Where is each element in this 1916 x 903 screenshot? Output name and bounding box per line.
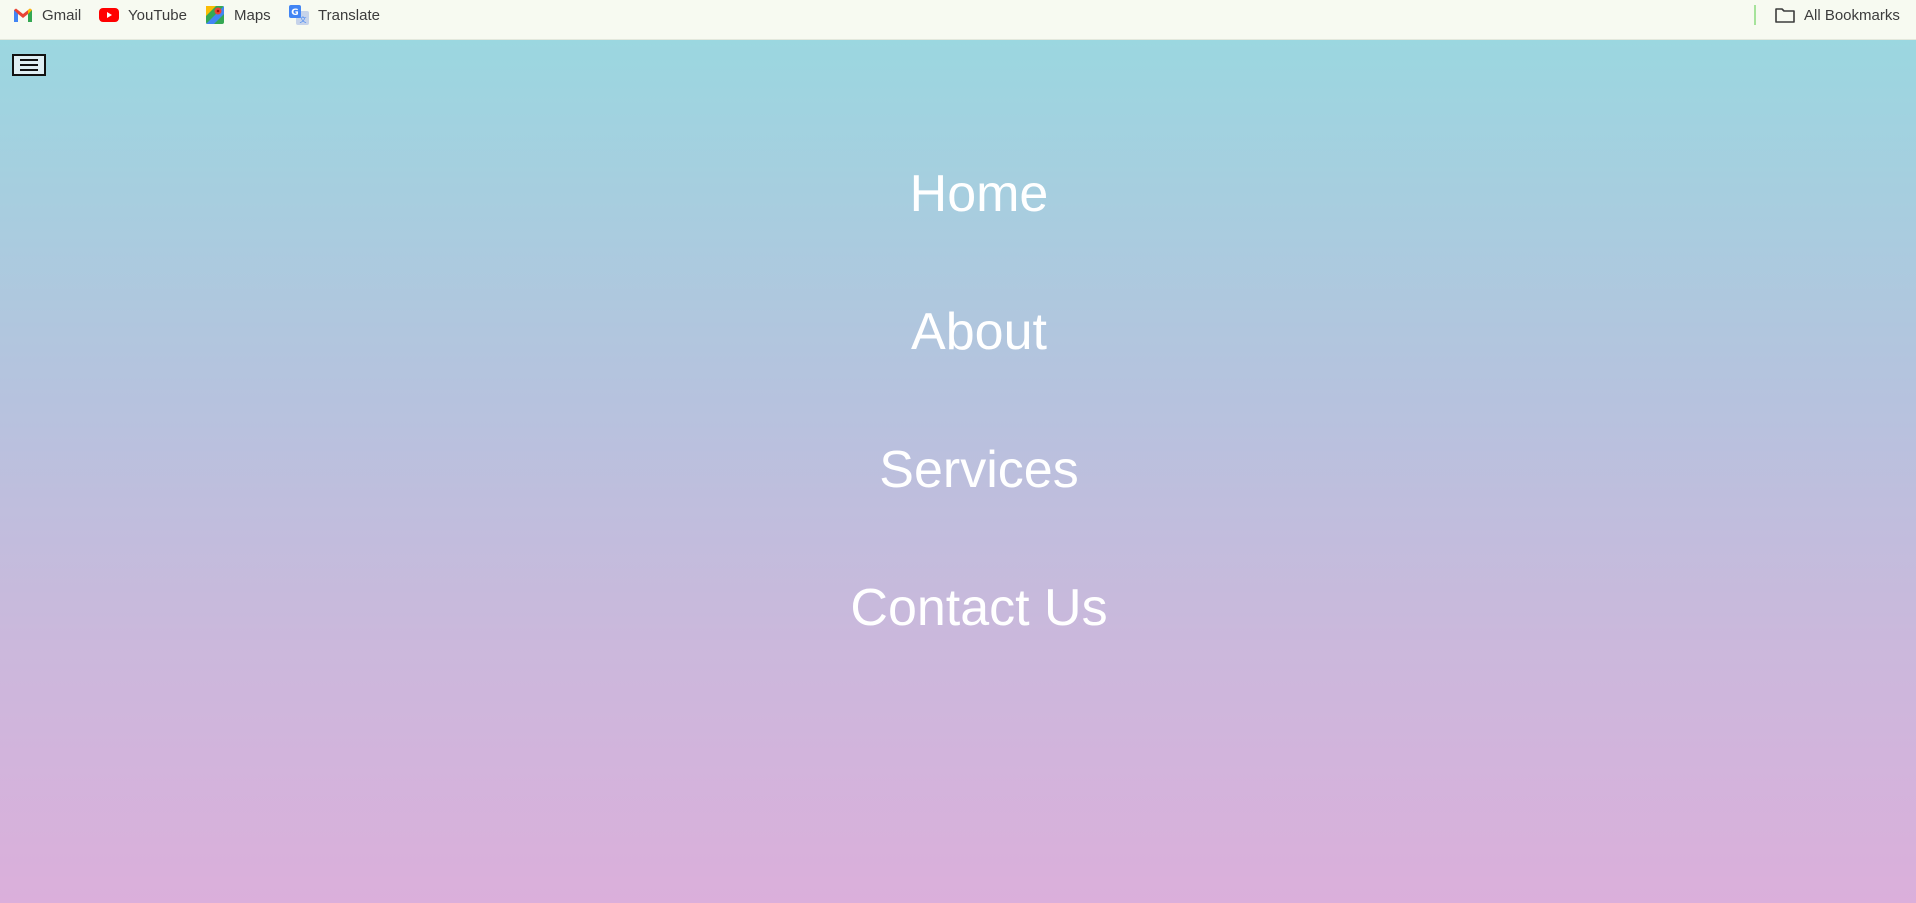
page-content: Home About Services Contact Us xyxy=(0,40,1916,903)
maps-icon xyxy=(205,5,225,25)
nav-link-contact-us[interactable]: Contact Us xyxy=(0,578,1916,638)
nav-link-about[interactable]: About xyxy=(0,302,1916,362)
all-bookmarks-label: All Bookmarks xyxy=(1804,6,1900,24)
youtube-icon xyxy=(99,5,119,25)
bookmarks-divider xyxy=(1754,5,1756,25)
bookmark-label: Gmail xyxy=(42,6,82,24)
menu-line xyxy=(20,69,38,71)
folder-icon xyxy=(1775,5,1795,25)
bookmark-youtube[interactable]: YouTube xyxy=(99,0,187,30)
all-bookmarks-button[interactable]: All Bookmarks xyxy=(1775,0,1900,30)
bookmark-gmail[interactable]: Gmail xyxy=(13,0,81,30)
menu-line xyxy=(20,64,38,66)
svg-text:G: G xyxy=(291,8,298,18)
translate-icon: G 文 xyxy=(289,5,309,25)
bookmark-label: Translate xyxy=(318,6,380,24)
nav-link-home[interactable]: Home xyxy=(0,164,1916,224)
gmail-icon xyxy=(13,5,33,25)
nav-link-services[interactable]: Services xyxy=(0,440,1916,500)
bookmark-label: YouTube xyxy=(128,6,187,24)
hamburger-menu-icon[interactable] xyxy=(12,54,46,76)
bookmark-label: Maps xyxy=(234,6,271,24)
bookmark-translate[interactable]: G 文 Translate xyxy=(289,0,380,30)
bookmarks-bar: Gmail YouTube Maps G 文 Translate All Boo… xyxy=(0,0,1916,40)
menu-line xyxy=(20,59,38,61)
svg-text:文: 文 xyxy=(300,15,307,24)
bookmark-maps[interactable]: Maps xyxy=(205,0,271,30)
